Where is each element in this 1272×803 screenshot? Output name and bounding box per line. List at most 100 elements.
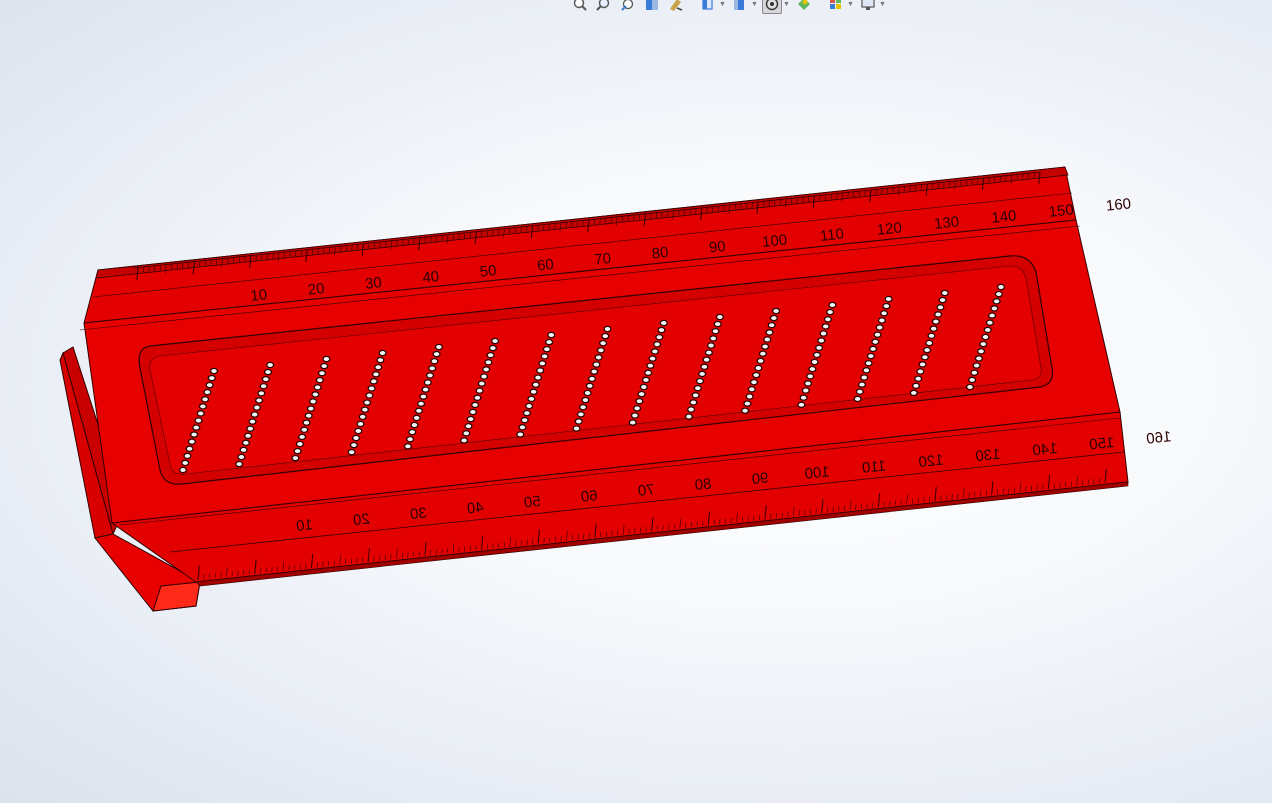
pin-hole — [536, 367, 545, 374]
pin-hole — [255, 397, 264, 404]
pin-hole — [821, 323, 830, 330]
pin-hole — [747, 386, 756, 393]
pin-hole — [698, 370, 707, 378]
pin-hole — [311, 391, 320, 398]
pin-hole — [414, 407, 423, 415]
scale-label: 140 — [991, 207, 1018, 227]
pin-hole — [864, 359, 873, 367]
pin-hole — [927, 332, 936, 340]
graphics-viewport[interactable]: ▼ ▼ ▼ ▼ ▼ 10 20 30 40 50 60 70 80 90 100 110 120 130 140 1… — [0, 0, 1272, 803]
pin-hole — [806, 373, 815, 380]
pin-hole — [320, 362, 329, 370]
pin-hole — [306, 405, 315, 412]
scale-label: 80 — [651, 244, 669, 263]
pin-hole — [882, 302, 891, 310]
scale-label: 150 — [1088, 434, 1115, 454]
pin-hole — [317, 369, 327, 377]
pin-hole — [178, 466, 188, 474]
pin-hole — [462, 430, 471, 437]
pin-hole — [866, 352, 875, 360]
pin-hole — [488, 344, 497, 352]
pin-hole — [241, 439, 250, 447]
pin-hole — [875, 324, 884, 331]
ruler-model[interactable]: 10 20 30 40 50 60 70 80 90 100 110 120 130 140 150 160 … — [0, 0, 1272, 803]
pin-hole — [432, 350, 441, 358]
pin-hole — [423, 379, 432, 386]
pin-hole — [576, 411, 585, 418]
pin-hole — [828, 301, 837, 309]
pin-hole — [655, 333, 664, 341]
pin-hole — [376, 356, 385, 364]
pin-hole — [419, 393, 428, 400]
pin-hole — [704, 349, 713, 356]
pin-hole — [862, 367, 871, 374]
pin-hole — [761, 343, 770, 350]
pin-hole — [992, 298, 1001, 305]
pin-hole — [925, 339, 934, 347]
pin-hole — [291, 454, 300, 462]
pin-hole — [196, 410, 205, 417]
pin-hole — [687, 406, 696, 413]
scale-label: 140 — [1032, 440, 1059, 460]
pin-hole — [315, 376, 324, 384]
pin-hole — [702, 356, 711, 363]
pin-hole — [590, 368, 599, 375]
scale-label: 130 — [933, 213, 960, 233]
scale-label: 20 — [352, 510, 370, 529]
pin-hole — [823, 316, 832, 323]
scale-label: 30 — [409, 505, 427, 524]
pin-hole — [363, 399, 372, 406]
pin-hole — [545, 338, 554, 346]
pin-hole — [707, 342, 716, 349]
pin-hole — [250, 411, 259, 418]
pin-hole — [855, 388, 864, 395]
pin-hole — [468, 408, 477, 416]
pin-hole — [410, 421, 419, 429]
pin-hole — [884, 295, 893, 303]
pin-hole — [909, 389, 918, 397]
pin-hole — [860, 374, 869, 381]
pin-hole — [412, 414, 421, 422]
scale-label: 60 — [536, 256, 554, 275]
pin-hole — [988, 312, 997, 319]
pin-hole — [977, 348, 986, 355]
pin-hole — [486, 351, 495, 359]
pin-hole — [979, 340, 988, 348]
pin-hole — [347, 448, 356, 456]
pin-hole — [533, 374, 543, 381]
pin-hole — [857, 381, 867, 388]
pin-hole — [797, 401, 806, 409]
pin-hole — [482, 366, 491, 373]
pin-hole — [938, 296, 947, 304]
pin-hole — [198, 403, 207, 410]
pin-hole — [360, 406, 369, 413]
pin-hole — [877, 317, 886, 324]
pin-hole — [633, 405, 642, 412]
pin-hole — [358, 413, 367, 421]
pin-hole — [996, 283, 1006, 291]
pin-hole — [974, 355, 983, 362]
pin-hole — [641, 376, 651, 384]
pin-hole — [650, 348, 659, 355]
pin-hole — [810, 358, 819, 366]
pin-hole — [263, 368, 273, 376]
pin-hole — [603, 325, 612, 333]
pin-hole — [711, 327, 720, 335]
pin-hole — [815, 344, 824, 352]
pin-hole — [754, 364, 763, 372]
scale-label: 30 — [364, 274, 382, 293]
pin-hole — [808, 365, 817, 373]
pin-hole — [981, 333, 990, 341]
pin-hole — [592, 361, 601, 368]
pin-hole — [990, 305, 999, 312]
pin-hole — [369, 378, 378, 385]
pin-hole — [817, 337, 826, 344]
pin-hole — [522, 409, 531, 417]
scale-label: 10 — [250, 286, 268, 305]
scale-label: 110 — [819, 226, 845, 245]
pin-hole — [741, 407, 750, 414]
pin-hole — [349, 441, 358, 449]
pin-hole — [799, 394, 808, 401]
pin-hole — [460, 437, 469, 444]
pin-hole — [920, 353, 929, 361]
